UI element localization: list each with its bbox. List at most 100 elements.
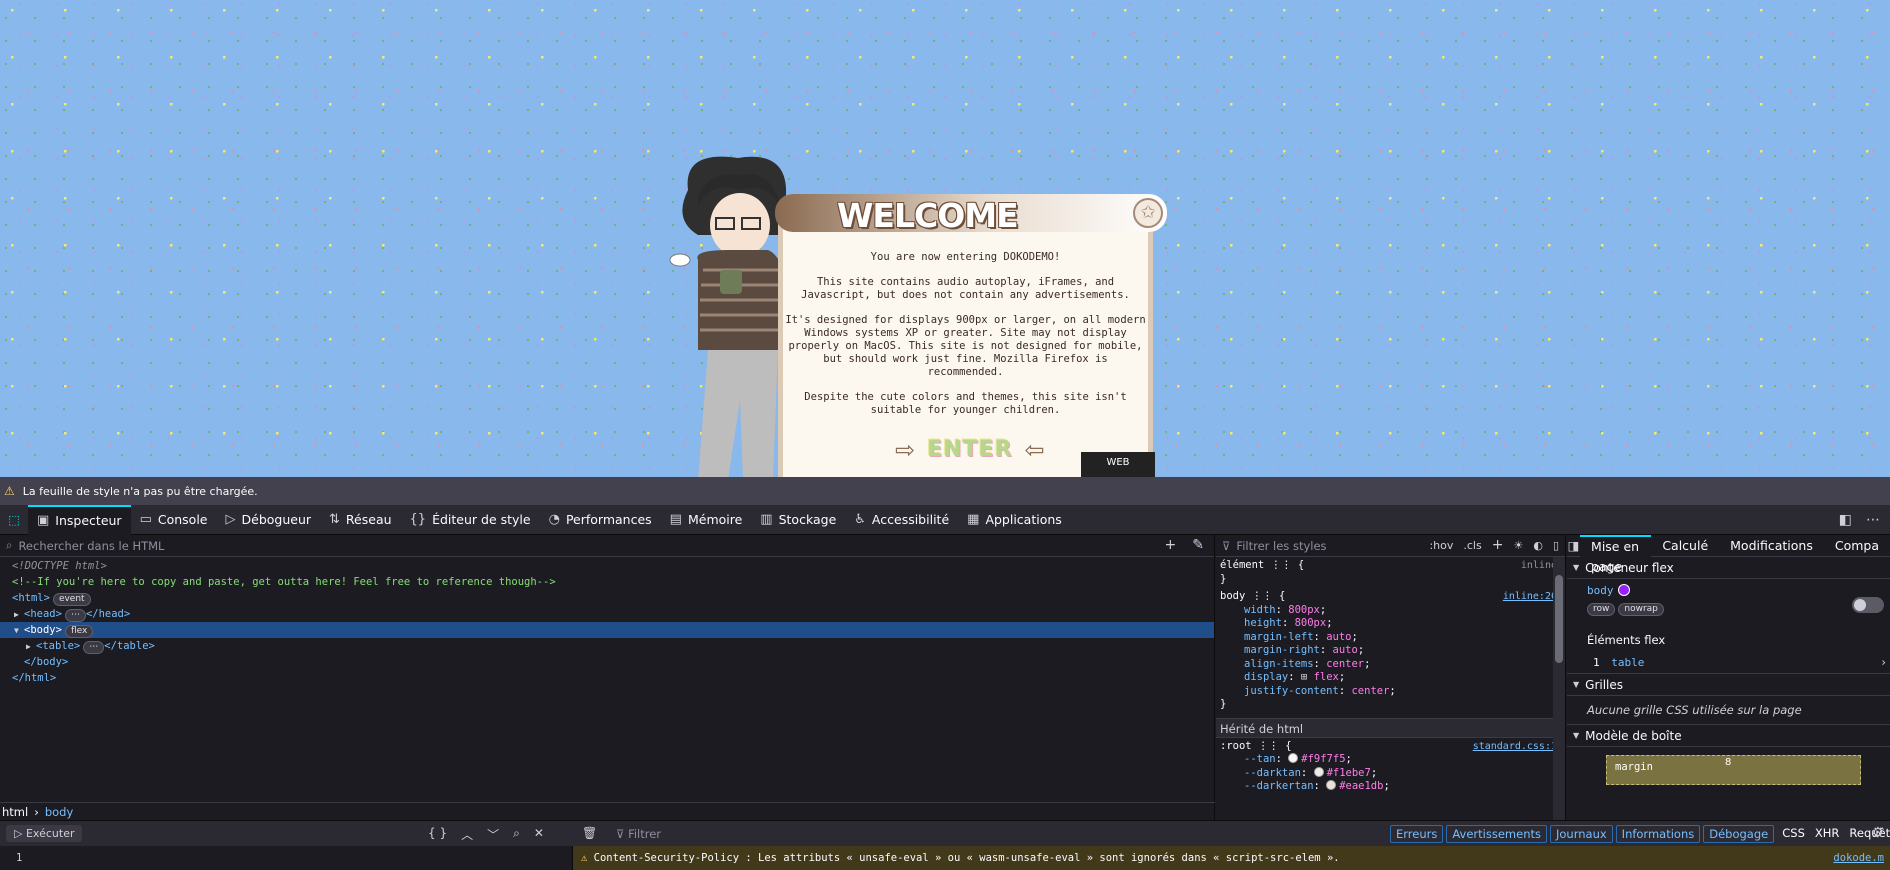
element-picker-button[interactable]: ⬚ [0, 505, 28, 535]
filter-css[interactable]: CSS [1777, 825, 1810, 843]
flex-overlay-toggle[interactable] [1852, 597, 1884, 613]
filter-errors[interactable]: Erreurs [1390, 825, 1444, 843]
run-button[interactable]: ▷ Exécuter [6, 825, 83, 842]
collapse-icon: ▼ [1573, 730, 1580, 740]
root-rule-source-link[interactable]: standard.css:1 [1473, 740, 1557, 754]
clear-console-icon[interactable]: 🗑 [582, 826, 597, 840]
tree-row-body[interactable]: ▼ <body> flex [0, 622, 1214, 638]
css-declaration[interactable]: --tan: #f9f7f5; [1220, 753, 1561, 767]
collapsed-badge[interactable]: ⋯ [64, 609, 86, 622]
tab-calcule[interactable]: Calculé [1651, 535, 1719, 557]
color-swatch[interactable] [1326, 780, 1337, 790]
html-search[interactable]: ⌕ Rechercher dans le HTML + ✎ [0, 535, 1214, 557]
tree-row-head[interactable]: ▶ <head> ⋯ </head> [0, 606, 1214, 622]
more-options-icon[interactable]: ⋯ [1866, 512, 1880, 528]
light-theme-icon[interactable]: ☀ [1513, 539, 1523, 552]
tab-performances[interactable]: ◔ Performances [540, 505, 661, 535]
enter-link[interactable]: ENTER [927, 437, 1012, 462]
html-search-input[interactable]: Rechercher dans le HTML [18, 539, 164, 553]
console-filter-input[interactable]: ⊽ Filtrer [616, 827, 661, 841]
color-swatch[interactable] [1288, 753, 1299, 763]
tab-modifications[interactable]: Modifications [1719, 535, 1824, 557]
tab-mise-en-page[interactable]: Mise en page [1580, 534, 1652, 574]
styles-filter-input[interactable]: Filtrer les styles [1236, 539, 1326, 553]
flex-overlay-icon[interactable]: ⊞ [1301, 671, 1307, 683]
history-down-icon[interactable]: ﹀ [487, 826, 499, 843]
css-declaration[interactable]: width: 800px; [1220, 604, 1561, 618]
tree-row-table[interactable]: ▶ <table> ⋯ </table> [0, 638, 1214, 654]
flex-item-row[interactable]: 1 table › [1567, 651, 1890, 674]
tab-label: Stockage [778, 512, 837, 527]
color-swatch[interactable] [1313, 766, 1324, 777]
css-declaration[interactable]: justify-content: center; [1220, 685, 1561, 699]
tab-memoire[interactable]: ▤ Mémoire [661, 505, 752, 535]
body-rule-source-link[interactable]: inline:26 [1503, 590, 1557, 604]
console-toolbar: ▷ Exécuter { } ︿ ﹀ ⌕ ✕ 🗑 ⊽ Filtrer Erreu… [0, 820, 1890, 846]
event-badge[interactable]: event [52, 593, 91, 606]
eyedropper-icon[interactable]: ✎ [1192, 537, 1204, 553]
tree-row-body-close[interactable]: </body> [0, 654, 1214, 670]
css-declaration[interactable]: display: ⊞ flex; [1220, 671, 1561, 685]
styles-filter[interactable]: ⊽ Filtrer les styles :hov .cls + ☀ ◐ ▯ [1216, 535, 1565, 557]
tree-row-doctype[interactable]: <!DOCTYPE html> [0, 558, 1214, 574]
expand-icon[interactable]: ▶ [14, 607, 24, 623]
print-icon[interactable]: ▯ [1553, 539, 1559, 552]
history-up-icon[interactable]: ︿ [461, 826, 473, 843]
highlight-color-swatch[interactable] [1617, 584, 1630, 596]
toolbar-actions: ◧ ⋯ [1839, 512, 1880, 528]
add-node-icon[interactable]: + [1165, 537, 1177, 553]
tab-reseau[interactable]: ⇅ Réseau [320, 505, 401, 535]
tree-row-html-close[interactable]: </html> [0, 670, 1214, 686]
css-declaration[interactable]: height: 800px; [1220, 617, 1561, 631]
filter-info[interactable]: Informations [1615, 825, 1701, 843]
pretty-print-icon[interactable]: { } [428, 826, 447, 843]
breadcrumb-html[interactable]: html [2, 805, 28, 819]
tree-row-html[interactable]: <html> event [0, 590, 1214, 606]
console-warning-message[interactable]: ⚠ Content-Security-Policy : Les attribut… [572, 846, 1890, 870]
filter-debug[interactable]: Débogage [1703, 825, 1775, 843]
box-model-section[interactable]: ▼ Modèle de boîte [1567, 725, 1890, 747]
tab-inspecteur[interactable]: ▣ Inspecteur [28, 504, 131, 535]
toggle-sidebar-icon[interactable]: ◨ [1567, 538, 1580, 553]
tab-debogueur[interactable]: ▷ Débogueur [217, 505, 321, 535]
cls-toggle[interactable]: .cls [1463, 539, 1481, 552]
expand-icon[interactable]: ▶ [26, 639, 36, 655]
margin-top-value[interactable]: 8 [1725, 757, 1731, 768]
web-badge[interactable]: WEB [1081, 452, 1155, 477]
css-declaration[interactable]: margin-left: auto; [1220, 631, 1561, 645]
css-declaration[interactable]: margin-right: auto; [1220, 644, 1561, 658]
search-icon[interactable]: ⌕ [513, 826, 520, 843]
dark-theme-icon[interactable]: ◐ [1533, 539, 1543, 552]
collapse-icon[interactable]: ▼ [14, 623, 24, 639]
sidebar-tabs: ◨ Mise en page Calculé Modifications Com… [1567, 534, 1890, 574]
gear-icon[interactable]: ⚙ [1871, 825, 1884, 841]
markup-actions: + ✎ [1165, 537, 1204, 553]
flex-container-section[interactable]: ▼ Conteneur flex [1567, 557, 1890, 579]
rules-scrollbar[interactable] [1553, 557, 1565, 820]
hov-toggle[interactable]: :hov [1429, 539, 1453, 552]
tab-stockage[interactable]: ▥ Stockage [751, 505, 845, 535]
close-icon[interactable]: ✕ [534, 826, 544, 843]
tab-applications[interactable]: ▦ Applications [958, 505, 1071, 535]
collapsed-badge[interactable]: ⋯ [83, 641, 105, 654]
breadcrumb-body[interactable]: body [45, 805, 73, 819]
tab-compatibility[interactable]: Compa [1824, 535, 1890, 557]
grids-section[interactable]: ▼ Grilles [1567, 674, 1890, 696]
tab-editeur-de-style[interactable]: {} Éditeur de style [401, 505, 540, 535]
add-rule-icon[interactable]: + [1492, 537, 1504, 553]
css-declaration[interactable]: --darktan: #f1ebe7; [1220, 766, 1561, 781]
tab-accessibilite[interactable]: ♿ Accessibilité [845, 505, 958, 535]
filter-xhr[interactable]: XHR [1810, 825, 1845, 843]
flex-target[interactable]: body [1587, 584, 1614, 597]
tree-row-comment[interactable]: <!--If you're here to copy and paste, ge… [0, 574, 1214, 590]
flex-badge[interactable]: flex [64, 625, 94, 638]
dock-icon[interactable]: ◧ [1839, 512, 1852, 528]
scrollbar-thumb[interactable] [1555, 575, 1563, 663]
css-declaration[interactable]: --darkertan: #eae1db; [1220, 780, 1561, 794]
filter-warnings[interactable]: Avertissements [1446, 825, 1547, 843]
filter-logs[interactable]: Journaux [1550, 825, 1613, 843]
tab-console[interactable]: ▭ Console [131, 505, 217, 535]
message-source-link[interactable]: dokode.m [1833, 846, 1884, 870]
property-value: auto [1332, 644, 1358, 656]
css-declaration[interactable]: align-items: center; [1220, 658, 1561, 672]
